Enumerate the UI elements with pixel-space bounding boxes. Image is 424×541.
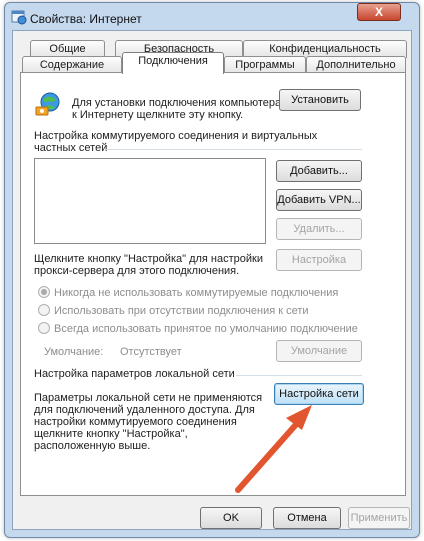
dialup-group-line [106, 149, 362, 150]
dialup-header-2: частных сетей [34, 142, 108, 154]
apply-button[interactable]: Применить [348, 507, 410, 529]
set-default-button[interactable]: Умолчание [276, 340, 362, 362]
radio-always-dial-label: Всегда использовать принятое по умолчани… [54, 323, 358, 335]
add-connection-button[interactable]: Добавить... [276, 160, 362, 182]
setup-button[interactable]: Установить [279, 89, 361, 111]
proxy-text-2: прокси-сервера для этого подключения. [34, 265, 240, 277]
radio-dial-when-absent-label: Использовать при отсутствии подключения … [54, 305, 309, 317]
window-title: Свойства: Интернет [30, 12, 142, 26]
remove-connection-button[interactable]: Удалить... [276, 218, 362, 240]
cancel-button[interactable]: Отмена [273, 507, 341, 529]
add-vpn-button[interactable]: Добавить VPN... [276, 189, 362, 211]
internet-properties-icon [11, 10, 27, 25]
default-connection-value: Отсутствует [120, 346, 182, 358]
lan-group-line [236, 375, 362, 376]
radio-never-dial[interactable] [38, 286, 50, 298]
lan-header: Настройка параметров локальной сети [34, 368, 235, 380]
tab-connections[interactable]: Подключения [122, 52, 224, 74]
lan-settings-button[interactable]: Настройка сети [274, 383, 364, 405]
lan-text-5: расположенную выше. [34, 440, 151, 452]
close-button[interactable]: X [357, 3, 401, 21]
default-connection-label: Умолчание: [44, 346, 104, 358]
radio-always-dial[interactable] [38, 322, 50, 334]
radio-never-dial-label: Никогда не использовать коммутируемые по… [54, 287, 339, 299]
setup-text-2: к Интернету щелкните эту кнопку. [72, 109, 244, 121]
connection-settings-button[interactable]: Настройка [276, 249, 362, 271]
ok-button[interactable]: OK [200, 507, 262, 529]
connections-list[interactable] [34, 158, 266, 244]
globe-network-icon [35, 92, 60, 116]
radio-dial-when-absent[interactable] [38, 304, 50, 316]
